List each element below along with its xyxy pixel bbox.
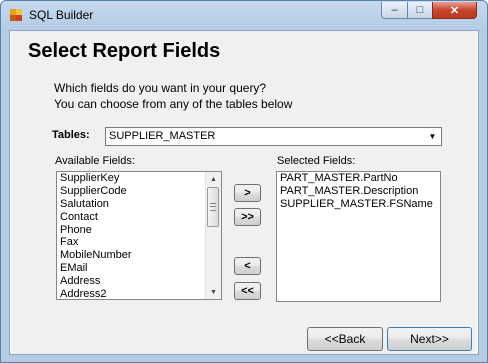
list-item[interactable]: Fax: [57, 236, 221, 249]
list-item[interactable]: PART_MASTER.Description: [277, 185, 440, 198]
selected-fields-list[interactable]: PART_MASTER.PartNo PART_MASTER.Descripti…: [276, 171, 441, 302]
list-item[interactable]: Contact: [57, 211, 221, 224]
list-item[interactable]: Address: [57, 275, 221, 288]
list-item[interactable]: SupplierKey: [57, 172, 221, 185]
minimize-button[interactable]: –: [381, 2, 408, 19]
wizard-panel: Select Report Fields Which fields do you…: [9, 30, 479, 355]
window-title: SQL Builder: [29, 8, 94, 22]
page-title: Select Report Fields: [28, 40, 221, 62]
maximize-button[interactable]: □: [407, 2, 433, 19]
list-item[interactable]: Salutation: [57, 198, 221, 211]
available-fields-list[interactable]: SupplierKey SupplierCode Salutation Cont…: [56, 171, 222, 300]
dropdown-arrow-icon[interactable]: ▼: [425, 129, 440, 144]
remove-all-fields-button[interactable]: <<: [234, 282, 261, 300]
list-item[interactable]: Address2: [57, 288, 221, 299]
list-item[interactable]: EMail: [57, 262, 221, 275]
list-item[interactable]: SUPPLIER_MASTER.FSName: [277, 198, 440, 211]
tables-selected-value: SUPPLIER_MASTER: [109, 130, 216, 142]
list-item[interactable]: SupplierCode: [57, 185, 221, 198]
close-button[interactable]: ✕: [432, 2, 477, 19]
available-fields-label: Available Fields:: [55, 155, 135, 167]
app-icon: [10, 9, 22, 21]
selected-fields-label: Selected Fields:: [277, 155, 356, 167]
grip-icon: [210, 203, 216, 211]
prompt-line-2: You can choose from any of the tables be…: [54, 97, 293, 111]
remove-field-button[interactable]: <: [234, 257, 261, 275]
list-item[interactable]: PART_MASTER.PartNo: [277, 172, 440, 185]
list-item[interactable]: Phone: [57, 224, 221, 237]
back-button[interactable]: <<Back: [307, 327, 383, 351]
available-fields-scrollbar[interactable]: ▲ ▼: [205, 172, 221, 299]
sql-builder-window: SQL Builder – □ ✕ Select Report Fields W…: [0, 0, 488, 363]
tables-dropdown[interactable]: SUPPLIER_MASTER ▼: [105, 127, 442, 146]
next-button[interactable]: Next>>: [387, 327, 472, 351]
scroll-down-icon[interactable]: ▼: [206, 285, 221, 299]
prompt-line-1: Which fields do you want in your query?: [54, 81, 267, 95]
scrollbar-thumb[interactable]: [207, 187, 219, 227]
add-field-button[interactable]: >: [234, 184, 261, 202]
add-all-fields-button[interactable]: >>: [234, 208, 261, 226]
scroll-up-icon[interactable]: ▲: [206, 172, 221, 186]
tables-label: Tables:: [52, 129, 90, 141]
list-item[interactable]: MobileNumber: [57, 249, 221, 262]
title-bar[interactable]: SQL Builder – □ ✕: [1, 1, 487, 29]
